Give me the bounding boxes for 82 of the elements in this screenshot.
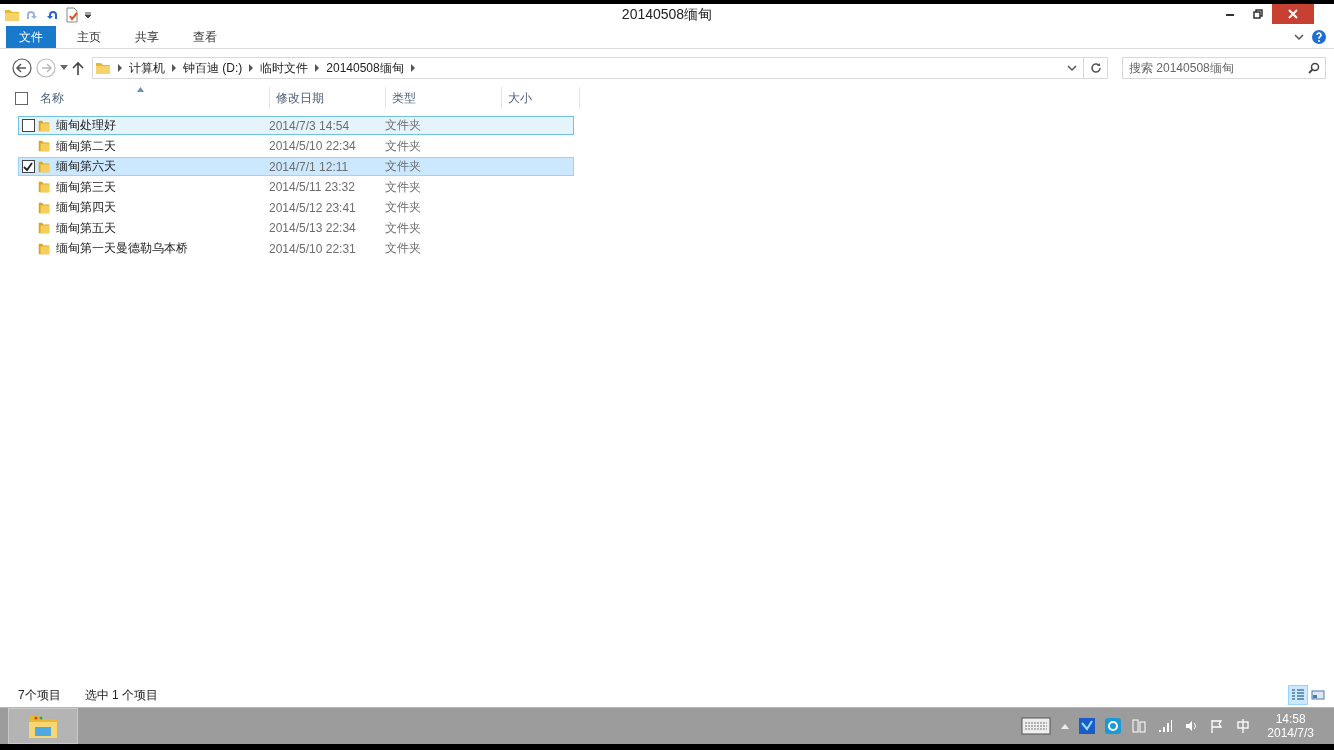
column-header[interactable]: 修改日期 <box>270 87 386 109</box>
row-checkbox[interactable] <box>21 160 35 173</box>
file-row[interactable]: 缅甸第一天曼德勒乌本桥 2014/5/10 22:31 文件夹 <box>18 239 574 258</box>
modified-date: 2014/5/11 23:32 <box>269 180 356 194</box>
row-checkbox[interactable] <box>21 119 35 132</box>
address-bar[interactable]: 计算机 钟百迪 (D:) 临时文件 20140508缅甸 <box>92 57 1084 79</box>
file-row[interactable]: 缅甸第三天 2014/5/11 23:32 文件夹 <box>18 177 574 197</box>
modified-date: 2014/7/1 12:11 <box>269 159 350 174</box>
folder-icon <box>37 241 51 256</box>
column-header[interactable]: 类型 <box>386 87 502 109</box>
up-arrow-icon[interactable] <box>72 61 84 75</box>
file-type: 文件夹 <box>385 137 421 155</box>
modified-date: 2014/5/13 22:34 <box>269 221 357 235</box>
modified-date: 2014/5/10 22:31 <box>269 241 357 256</box>
file-row[interactable]: 缅甸处理好 2014/7/3 14:54 文件夹 <box>18 116 574 135</box>
window-title: 20140508缅甸 <box>620 6 714 24</box>
breadcrumb-item[interactable]: 临时文件 <box>260 59 309 77</box>
ribbon-tab[interactable]: 主页 <box>64 26 114 48</box>
file-type: 文件夹 <box>385 117 421 134</box>
breadcrumb-item[interactable]: 钟百迪 (D:) <box>183 59 243 77</box>
folder-icon <box>95 60 111 76</box>
selection-count: 选中 1 个项目 <box>84 686 159 704</box>
tray-app-icon[interactable] <box>1079 718 1096 734</box>
file-row[interactable]: 缅甸第六天 2014/7/1 12:11 文件夹 <box>18 157 574 176</box>
select-all-checkbox[interactable] <box>15 91 28 105</box>
folder-icon <box>37 200 51 215</box>
caret-icon[interactable] <box>84 11 92 19</box>
file-type: 文件夹 <box>385 219 421 237</box>
file-type: 文件夹 <box>385 199 421 216</box>
modified-date: 2014/7/3 14:54 <box>269 118 351 133</box>
details-view-icon <box>1291 688 1305 702</box>
ribbon-tab[interactable]: 文件 <box>6 26 56 48</box>
item-count: 7个项目 <box>18 686 61 704</box>
file-type: 文件夹 <box>385 178 421 196</box>
file-name: 缅甸第六天 <box>56 158 117 175</box>
file-name: 缅甸第一天曼德勒乌本桥 <box>56 240 189 257</box>
refresh-icon <box>1089 62 1102 74</box>
breadcrumb-item[interactable]: 计算机 <box>129 59 165 77</box>
input-method-icon[interactable] <box>1235 718 1252 734</box>
keyboard-icon[interactable] <box>1021 717 1052 735</box>
file-row[interactable]: 缅甸第四天 2014/5/12 23:41 文件夹 <box>18 198 574 217</box>
column-header[interactable]: 大小 <box>502 87 580 109</box>
search-field[interactable]: 搜索 20140508缅甸 <box>1122 57 1326 79</box>
close-icon <box>1288 9 1298 19</box>
file-row[interactable]: 缅甸第二天 2014/5/10 22:34 文件夹 <box>18 136 574 156</box>
chevron-icon[interactable] <box>248 64 255 72</box>
folder-icon <box>37 221 51 235</box>
file-type: 文件夹 <box>385 240 421 257</box>
back-button[interactable] <box>12 58 32 78</box>
modified-date: 2014/5/10 22:34 <box>269 139 357 153</box>
folder-icon <box>37 139 51 153</box>
chevron-icon[interactable] <box>117 64 123 72</box>
file-name: 缅甸第四天 <box>56 199 117 216</box>
refresh-button[interactable] <box>1084 57 1108 79</box>
file-name: 缅甸第二天 <box>56 137 117 155</box>
dropdown-icon[interactable] <box>1067 64 1077 72</box>
chevron-icon[interactable] <box>314 64 321 72</box>
ribbon-tab[interactable]: 共享 <box>122 26 172 48</box>
chevron-icon[interactable] <box>1294 33 1304 41</box>
chevron-icon[interactable] <box>171 64 177 72</box>
tiles-view-icon <box>1311 688 1325 702</box>
close-button[interactable] <box>1272 4 1314 24</box>
breadcrumb-item[interactable]: 20140508缅甸 <box>326 59 404 77</box>
file-name: 缅甸第三天 <box>56 178 117 196</box>
signal-icon[interactable] <box>1157 718 1174 734</box>
help-icon[interactable] <box>1312 30 1326 44</box>
file-type: 文件夹 <box>385 158 421 175</box>
properties-icon[interactable] <box>64 7 80 23</box>
sort-arrow-icon <box>137 87 144 92</box>
dropdown-icon[interactable] <box>60 65 68 71</box>
file-name: 缅甸第五天 <box>56 219 117 237</box>
modified-date: 2014/5/12 23:41 <box>269 200 357 215</box>
file-row[interactable]: 缅甸第五天 2014/5/13 22:34 文件夹 <box>18 218 574 238</box>
folder-icon <box>37 118 51 133</box>
ribbon-tab[interactable]: 查看 <box>180 26 230 48</box>
restore-icon <box>1253 9 1263 19</box>
folder-icon <box>37 159 51 174</box>
file-name: 缅甸处理好 <box>56 117 117 134</box>
chevron-icon[interactable] <box>409 64 416 72</box>
search-icon[interactable] <box>1308 62 1320 74</box>
folder-icon <box>37 180 51 194</box>
tray-app-icon[interactable] <box>1105 718 1122 734</box>
